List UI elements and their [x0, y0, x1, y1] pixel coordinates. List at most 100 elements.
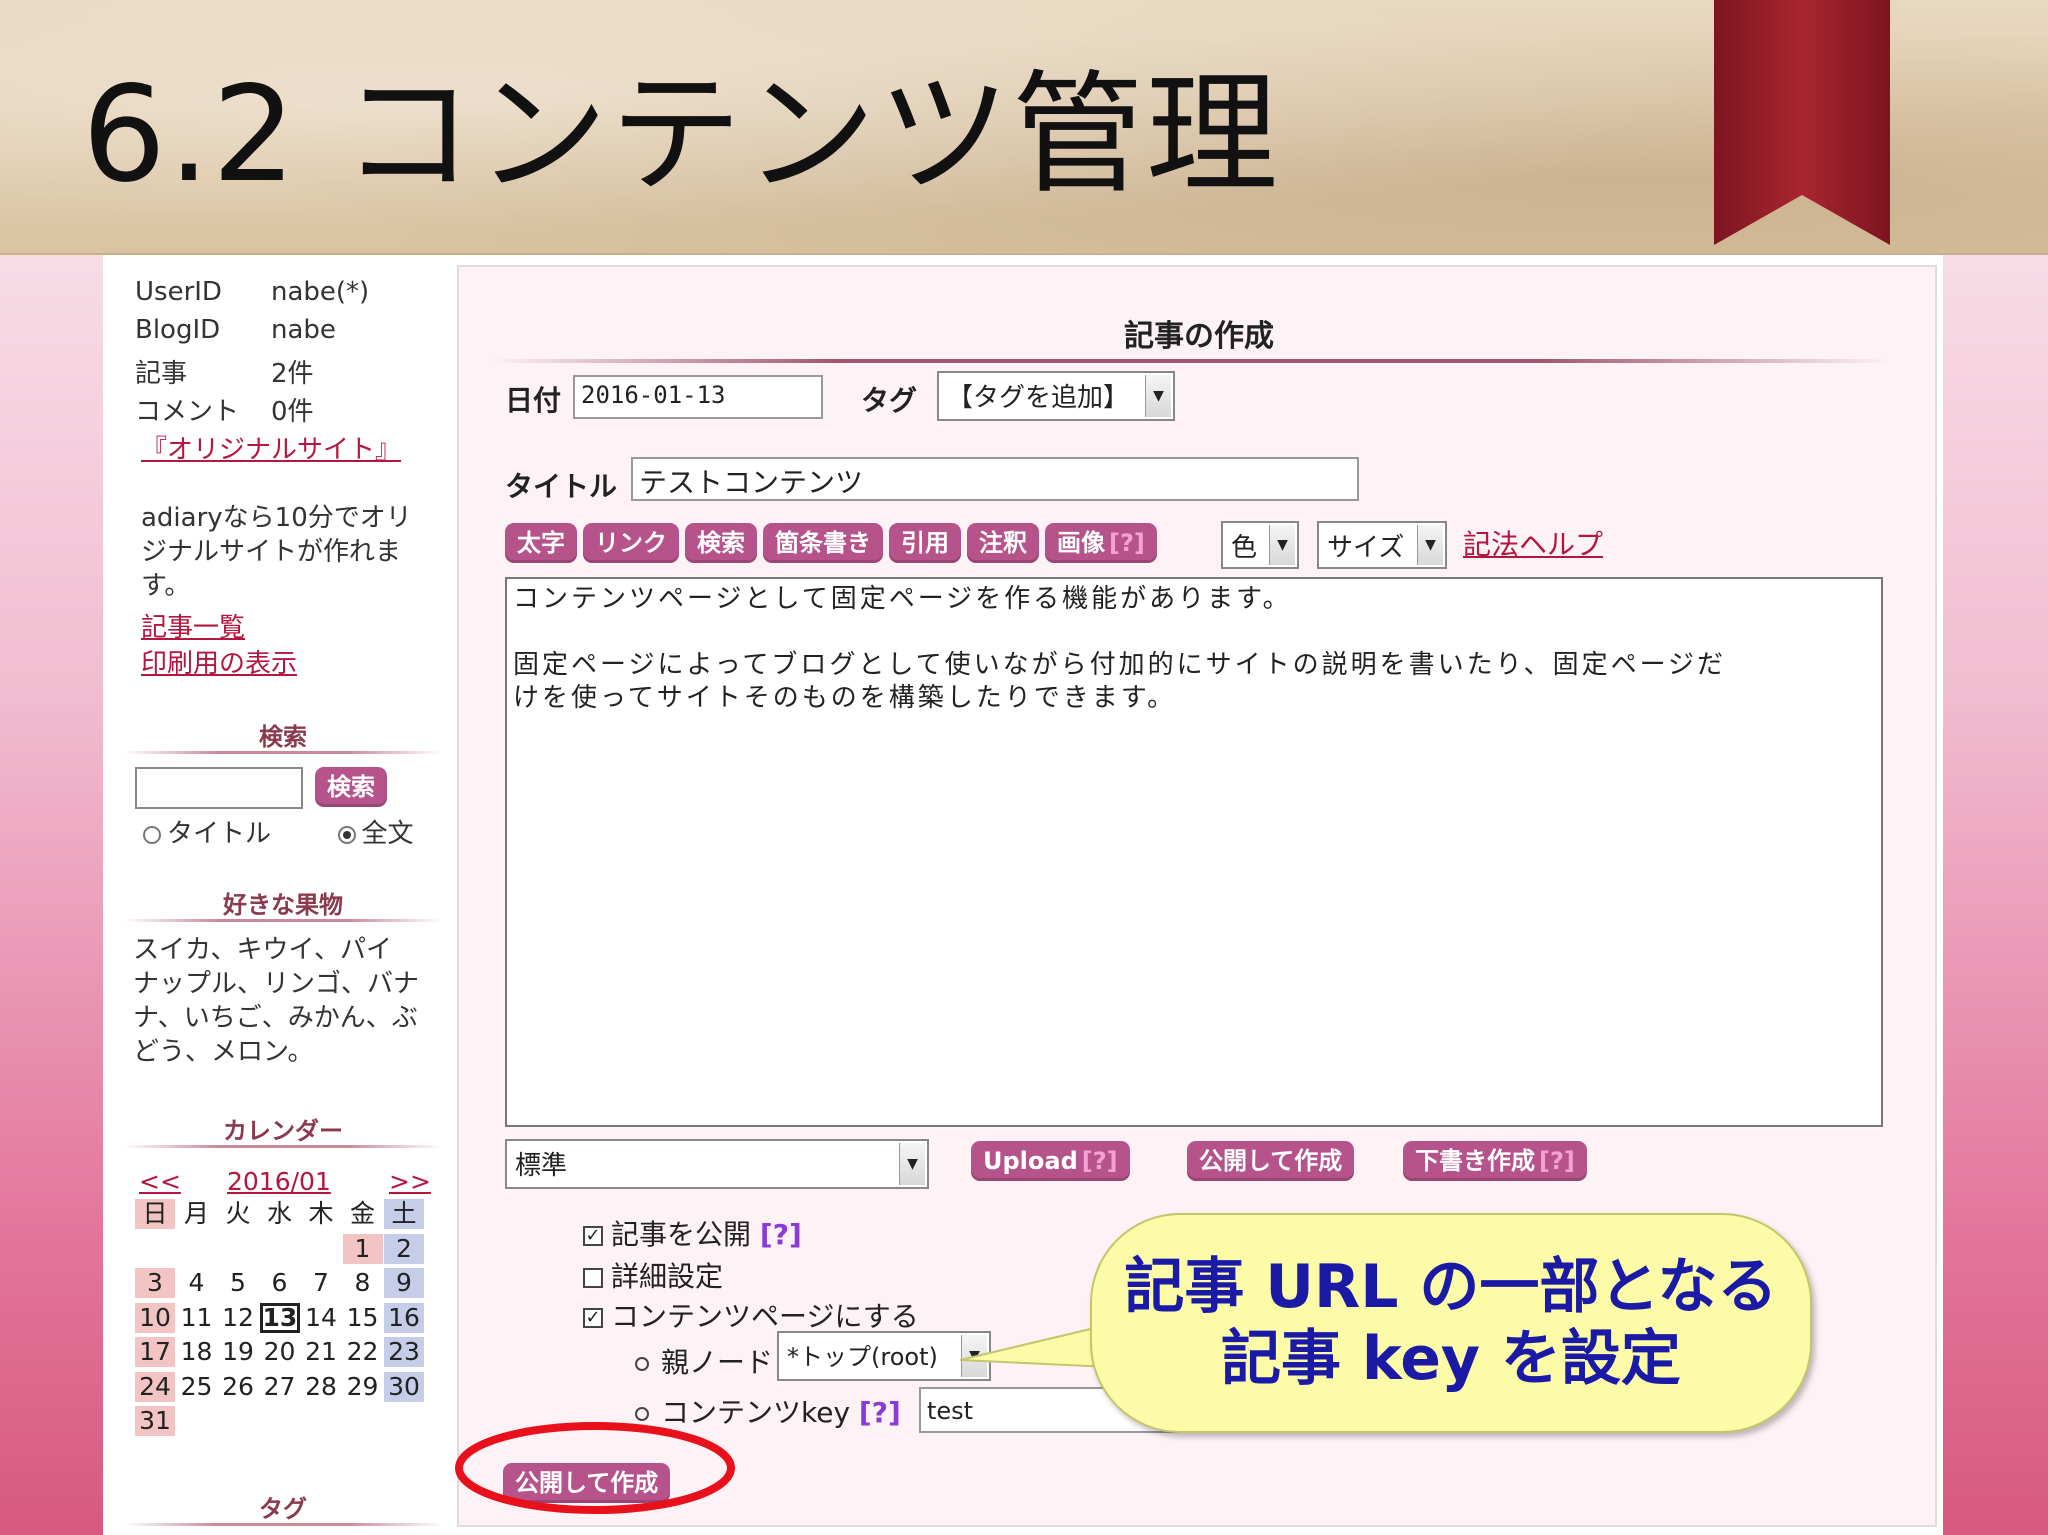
search-heading: 検索 [259, 723, 307, 751]
calendar-weekday: 水 [266, 1199, 292, 1228]
original-site-link[interactable]: 『オリジナルサイト』 [141, 429, 401, 466]
format-toolbar: 太字 リンク 検索 箇条書き 引用 注釈 画像 [?] [505, 523, 1163, 563]
calendar-day[interactable]: 7 [301, 1268, 341, 1298]
tag-select[interactable]: 【タグを追加】 ▼ [937, 371, 1175, 421]
help-link[interactable]: [?] [760, 1218, 802, 1251]
divider [123, 919, 443, 922]
calendar-weekday: 土 [384, 1199, 424, 1229]
list-button[interactable]: 箇条書き [763, 523, 883, 563]
calendar-day[interactable]: 31 [135, 1406, 175, 1436]
divider [123, 1145, 443, 1148]
sidebar: UserID nabe(*) BlogID nabe 記事 2件 コメント 0件 『オリ… [103, 255, 443, 1535]
callout-annotation: 記事 URL の一部となる 記事 key を設定 [1090, 1213, 1812, 1433]
calendar-day[interactable]: 13 [259, 1302, 300, 1333]
calendar-day[interactable]: 1 [342, 1233, 383, 1264]
calendar-day[interactable]: 14 [301, 1303, 341, 1333]
tag-label: タグ [861, 384, 918, 417]
quote-button[interactable]: 引用 [889, 523, 961, 563]
markup-help-link[interactable]: 記法ヘルプ [1463, 523, 1603, 563]
draft-create-button[interactable]: 下書き作成 [?] [1403, 1141, 1587, 1181]
calendar-day[interactable]: 25 [177, 1372, 217, 1402]
help-link[interactable]: [?] [859, 1396, 901, 1429]
detail-checkbox[interactable] [583, 1268, 603, 1288]
calendar-day[interactable]: 18 [177, 1337, 217, 1367]
calendar-day[interactable]: 5 [218, 1268, 258, 1298]
calendar-day[interactable]: 6 [260, 1268, 300, 1298]
info-comments: コメント 0件 [135, 397, 314, 427]
calendar-day[interactable]: 28 [301, 1372, 341, 1402]
calendar-day[interactable]: 8 [343, 1268, 383, 1298]
calendar-next-link[interactable]: >> [389, 1167, 431, 1196]
size-select[interactable]: サイズ ▼ [1317, 521, 1447, 569]
calendar-day[interactable]: 3 [135, 1268, 175, 1298]
radio-fulltext[interactable] [337, 825, 356, 844]
chevron-down-icon: ▼ [1417, 525, 1443, 565]
parser-select[interactable]: 標準 ▼ [505, 1139, 929, 1189]
calendar-day[interactable]: 19 [218, 1337, 258, 1367]
slide-title: 6.2 コンテンツ管理 [82, 58, 1280, 212]
search-input[interactable] [135, 767, 303, 809]
editor-title: 記事の作成 [1124, 319, 1274, 354]
calendar-day[interactable]: 4 [177, 1268, 217, 1298]
color-select[interactable]: 色 ▼ [1221, 521, 1299, 569]
calendar-day[interactable]: 30 [384, 1371, 424, 1402]
calendar-weekday: 月 [183, 1199, 209, 1228]
radio-title[interactable] [143, 825, 161, 844]
calendar-month-link[interactable]: 2016/01 [227, 1167, 331, 1196]
calendar-prev-link[interactable]: << [139, 1167, 181, 1196]
title-label: タイトル [505, 470, 618, 503]
fruits-heading: 好きな果物 [223, 891, 343, 919]
calendar-day[interactable]: 21 [301, 1337, 341, 1367]
divider [123, 751, 443, 754]
calendar-day[interactable]: 16 [384, 1302, 424, 1333]
fruits-text: スイカ、キウイ、パイ ナップル、リンゴ、バナ ナ、いちご、みかん、ぶ どう、メロ… [133, 935, 420, 1067]
image-button[interactable]: 画像 [?] [1045, 523, 1157, 563]
publish-checkbox[interactable]: ✓ [583, 1226, 603, 1246]
calendar-day[interactable]: 23 [384, 1337, 424, 1367]
content-page-checkbox[interactable]: ✓ [583, 1308, 603, 1328]
divider [489, 359, 1889, 363]
calendar-day[interactable]: 17 [135, 1337, 175, 1367]
calendar-day[interactable]: 22 [343, 1337, 383, 1367]
calendar-weekday: 火 [225, 1199, 251, 1228]
upload-button[interactable]: Upload [?] [971, 1141, 1130, 1181]
calendar-day[interactable]: 27 [260, 1372, 300, 1402]
publish-create-button[interactable]: 公開して作成 [1187, 1141, 1355, 1181]
calendar-day[interactable]: 10 [135, 1302, 175, 1333]
detail-checkbox-row: 詳細設定 [583, 1255, 723, 1295]
calendar-day[interactable]: 26 [218, 1372, 258, 1402]
calendar-day[interactable]: 20 [260, 1337, 300, 1367]
calendar-day[interactable]: 12 [218, 1303, 258, 1333]
divider [123, 1523, 443, 1526]
calendar-day[interactable]: 11 [177, 1303, 217, 1333]
search-button[interactable]: 検索 [315, 767, 387, 807]
chevron-down-icon: ▼ [1269, 525, 1295, 565]
bullet-icon [635, 1357, 649, 1371]
search-format-button[interactable]: 検索 [685, 523, 757, 563]
chevron-down-icon: ▼ [899, 1143, 925, 1185]
sidebar-description: adiaryなら10分でオリ ジナルサイトが作れま す。 [141, 503, 412, 601]
article-list-link[interactable]: 記事一覧 [141, 607, 245, 644]
print-view-link[interactable]: 印刷用の表示 [141, 643, 297, 680]
calendar-day[interactable]: 9 [384, 1268, 424, 1298]
publish-checkbox-row: ✓ 記事を公開 [?] [583, 1213, 802, 1253]
calendar-heading: カレンダー [223, 1117, 343, 1145]
calendar-day[interactable]: 2 [384, 1233, 424, 1264]
bullet-icon [635, 1407, 649, 1421]
body-textarea[interactable]: コンテンツページとして固定ページを作る機能があります。 固定ページによってブログ… [505, 577, 1883, 1127]
calendar-day[interactable]: 15 [343, 1303, 383, 1333]
footnote-button[interactable]: 注釈 [967, 523, 1039, 563]
date-field[interactable]: 2016-01-13 [573, 375, 823, 419]
calendar-weekday: 木 [308, 1199, 334, 1228]
search-scope: タイトル 全文 [143, 813, 414, 850]
highlight-ellipse [455, 1422, 735, 1514]
chevron-down-icon: ▼ [1145, 375, 1171, 417]
parent-node-row: 親ノード [635, 1341, 773, 1381]
title-field[interactable]: テストコンテンツ [631, 457, 1359, 501]
calendar-day[interactable]: 24 [135, 1371, 175, 1402]
calendar-day[interactable]: 29 [343, 1372, 383, 1402]
parent-node-select[interactable]: *トップ(root) ▼ [777, 1331, 991, 1381]
link-button[interactable]: リンク [583, 523, 679, 563]
bold-button[interactable]: 太字 [505, 523, 577, 563]
calendar-weekday: 金 [349, 1199, 375, 1228]
